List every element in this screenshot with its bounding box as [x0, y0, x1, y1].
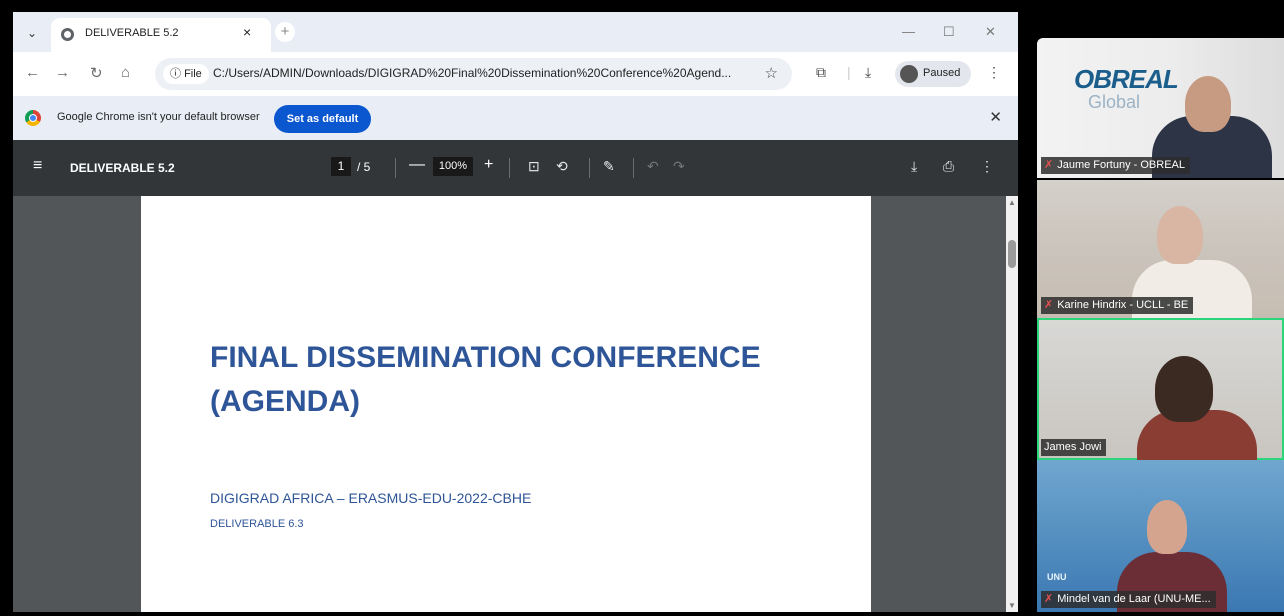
participant-face — [1157, 206, 1203, 264]
toolbar-separator — [633, 158, 634, 178]
document-deliverable: DELIVERABLE 6.3 — [210, 518, 304, 530]
toolbar-divider: | — [847, 64, 851, 80]
participant-name: ✗ Mindel van de Laar (UNU-ME... — [1041, 591, 1216, 608]
browser-window: ⌄ DELIVERABLE 5.2 × + — ☐ ✕ ← → ↻ ⌂ ⓘ Fi… — [13, 12, 1018, 612]
new-tab-button[interactable]: + — [275, 22, 295, 42]
window-close-button[interactable]: ✕ — [985, 24, 996, 40]
pdf-viewport[interactable]: FINAL DISSEMINATION CONFERENCE (AGENDA) … — [13, 196, 1018, 612]
url-text[interactable]: C:/Users/ADMIN/Downloads/DIGIGRAD%20Fina… — [213, 66, 731, 80]
profile-paused-button[interactable]: Paused — [895, 61, 971, 87]
participant-tile[interactable]: OBREAL Global ✗ Jaume Fortuny - OBREAL — [1037, 38, 1284, 178]
participant-tile[interactable]: UNU ✗ Mindel van de Laar (UNU-ME... — [1037, 460, 1284, 612]
infobar-message: Google Chrome isn't your default browser — [57, 111, 260, 123]
avatar — [900, 65, 918, 83]
toolbar-separator — [509, 158, 510, 178]
tab-strip: ⌄ DELIVERABLE 5.2 × + — ☐ ✕ — [13, 12, 1018, 52]
zoom-out-button[interactable]: — — [409, 156, 425, 174]
chrome-logo-icon — [25, 110, 41, 126]
globe-icon — [61, 28, 74, 41]
page-total: / 5 — [357, 160, 371, 174]
zoom-input[interactable]: 100% — [433, 157, 473, 176]
kebab-menu-icon[interactable]: ⋮ — [987, 64, 1001, 81]
reload-icon[interactable]: ↻ — [90, 64, 103, 82]
mic-muted-icon: ✗ — [1044, 593, 1054, 605]
print-icon[interactable]: ⎙ — [943, 158, 954, 175]
document-title-line2: (AGENDA) — [210, 385, 360, 418]
pdf-page: FINAL DISSEMINATION CONFERENCE (AGENDA) … — [141, 196, 871, 612]
tab-deliverable[interactable]: DELIVERABLE 5.2 × — [51, 18, 271, 52]
address-bar[interactable]: ⓘ File C:/Users/ADMIN/Downloads/DIGIGRAD… — [155, 58, 792, 90]
bookmark-star-icon[interactable]: ☆ — [765, 64, 778, 82]
rotate-icon[interactable]: ⟲ — [556, 158, 568, 175]
scheme-label: File — [184, 68, 202, 80]
zoom-in-button[interactable]: + — [484, 156, 493, 174]
toolbar-separator — [395, 158, 396, 178]
obreal-logo: OBREAL — [1074, 64, 1179, 94]
set-as-default-button[interactable]: Set as default — [274, 105, 371, 133]
participant-name: ✗ Jaume Fortuny - OBREAL — [1041, 157, 1190, 174]
participant-face — [1185, 76, 1231, 132]
page-number-input[interactable]: 1 — [331, 157, 351, 176]
toolbar-separator — [589, 158, 590, 178]
hamburger-menu-icon[interactable]: ≡ — [33, 157, 42, 175]
tab-search-chevron-icon[interactable]: ⌄ — [21, 22, 43, 44]
downloads-icon[interactable]: ⤓ — [865, 64, 871, 81]
download-icon[interactable]: ⤓ — [911, 158, 917, 175]
toolbar: ← → ↻ ⌂ ⓘ File C:/Users/ADMIN/Downloads/… — [13, 52, 1018, 96]
minimize-button[interactable]: — — [902, 24, 915, 39]
scroll-up-icon[interactable]: ▲ — [1008, 198, 1016, 207]
vertical-scrollbar[interactable]: ▲ ▼ — [1006, 196, 1018, 612]
obreal-logo-subtitle: Global — [1088, 92, 1141, 112]
mic-muted-icon: ✗ — [1044, 159, 1054, 171]
document-title-line1: FINAL DISSEMINATION CONFERENCE — [210, 341, 761, 374]
redo-icon[interactable]: ↷ — [673, 158, 685, 175]
undo-icon[interactable]: ↶ — [647, 158, 659, 175]
participant-tile[interactable]: ✗ Karine Hindrix - UCLL - BE — [1037, 180, 1284, 318]
participant-name: James Jowi — [1041, 439, 1107, 456]
fit-page-icon[interactable]: ⊡ — [528, 158, 540, 175]
participant-tile-active-speaker[interactable]: James Jowi — [1037, 318, 1284, 460]
maximize-button[interactable]: ☐ — [943, 24, 955, 40]
tab-title: DELIVERABLE 5.2 — [85, 27, 179, 39]
home-icon[interactable]: ⌂ — [121, 64, 130, 81]
infobar-close-icon[interactable]: ✕ — [989, 108, 1002, 126]
pdf-title: DELIVERABLE 5.2 — [70, 161, 175, 175]
document-title: FINAL DISSEMINATION CONFERENCE (AGENDA) — [210, 336, 810, 424]
participant-face — [1147, 500, 1187, 554]
scrollbar-thumb[interactable] — [1008, 240, 1016, 268]
mic-muted-icon: ✗ — [1044, 299, 1054, 311]
draw-annotation-icon[interactable]: ✎ — [603, 158, 615, 175]
default-browser-infobar: Google Chrome isn't your default browser… — [13, 96, 1018, 140]
participant-face — [1155, 356, 1213, 422]
extensions-icon[interactable]: ⧉ — [816, 64, 826, 81]
participant-name: ✗ Karine Hindrix - UCLL - BE — [1041, 297, 1194, 314]
unu-backdrop-text: UNU — [1047, 572, 1067, 582]
pdf-toolbar: ≡ DELIVERABLE 5.2 1 / 5 — 100% + ⊡ ⟲ ✎ ↶… — [13, 140, 1018, 196]
site-info-chip[interactable]: ⓘ File — [163, 64, 209, 84]
paused-label: Paused — [923, 67, 961, 79]
document-subtitle: DIGIGRAD AFRICA – ERASMUS-EDU-2022-CBHE — [210, 490, 532, 506]
forward-arrow-icon[interactable]: → — [55, 64, 70, 81]
scroll-down-icon[interactable]: ▼ — [1008, 601, 1016, 610]
pdf-more-icon[interactable]: ⋮ — [980, 158, 994, 175]
tab-close-icon[interactable]: × — [243, 24, 251, 40]
back-arrow-icon[interactable]: ← — [25, 64, 40, 81]
